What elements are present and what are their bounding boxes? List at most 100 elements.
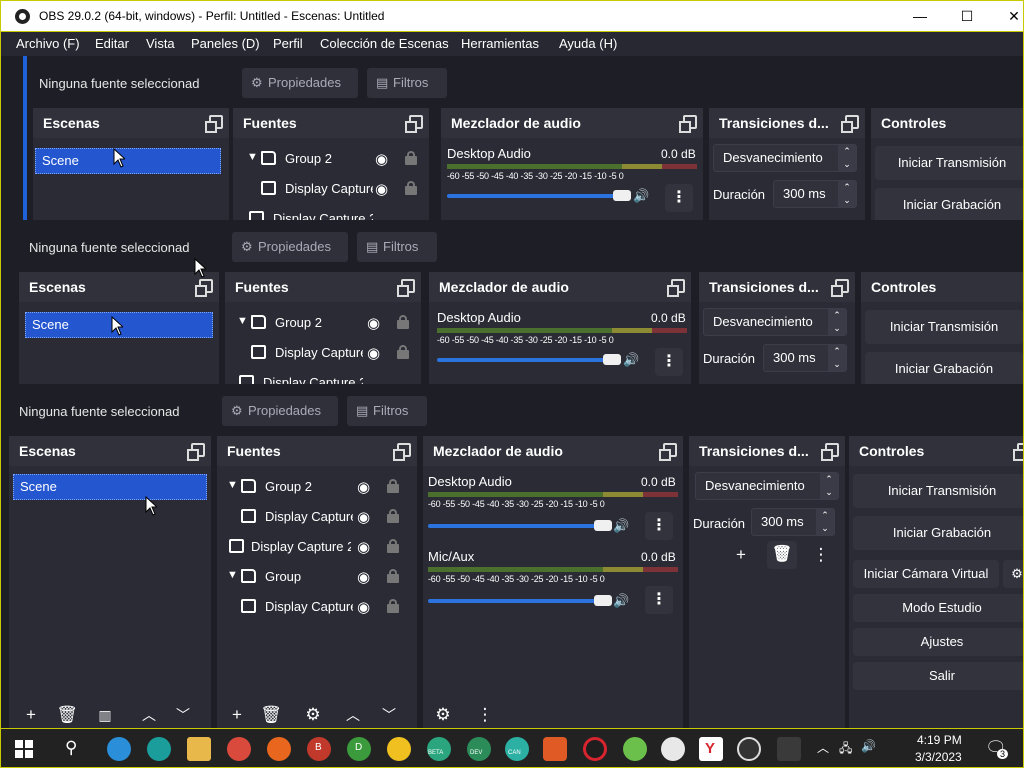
- spinner-arrows[interactable]: ⌃ ⌄: [820, 473, 838, 499]
- lock-icon[interactable]: [405, 151, 417, 165]
- menu-paneles[interactable]: Paneles (D): [191, 36, 260, 51]
- undock-icon[interactable]: [679, 115, 697, 133]
- lock-icon[interactable]: [397, 315, 409, 329]
- obs-taskbar-icon[interactable]: [737, 737, 761, 761]
- filters-button[interactable]: ▤ Filtros: [367, 68, 447, 98]
- undock-icon[interactable]: [1013, 443, 1023, 461]
- eye-icon[interactable]: ◉: [357, 598, 370, 616]
- undock-icon[interactable]: [405, 115, 423, 133]
- slider-handle[interactable]: [594, 595, 612, 606]
- source-row[interactable]: ▼ Group 2 ◉: [247, 144, 427, 174]
- volume-slider[interactable]: [428, 595, 612, 606]
- properties-button[interactable]: ⚙ Propiedades: [232, 232, 348, 262]
- eye-icon[interactable]: ◉: [357, 538, 370, 556]
- transition-select[interactable]: Desvanecimiento ⌃ ⌄: [703, 308, 847, 336]
- filters-button[interactable]: ▤ Filtros: [347, 396, 427, 426]
- scene-item[interactable]: Scene: [13, 474, 207, 500]
- eye-icon[interactable]: ◉: [357, 508, 370, 526]
- slider-handle[interactable]: [603, 354, 621, 365]
- lock-icon[interactable]: [387, 539, 399, 553]
- start-recording-button[interactable]: Iniciar Grabación: [853, 516, 1023, 550]
- menu-coleccion-escenas[interactable]: Colección de Escenas: [320, 36, 449, 51]
- lock-icon[interactable]: [387, 599, 399, 613]
- volume-slider[interactable]: [447, 190, 631, 201]
- spinner-arrows[interactable]: ⌃ ⌄: [828, 309, 846, 335]
- add-source-button[interactable]: +: [223, 702, 251, 728]
- eye-icon[interactable]: ◉: [367, 314, 380, 332]
- lock-icon[interactable]: [397, 345, 409, 359]
- eye-icon[interactable]: ◉: [367, 344, 380, 362]
- gear-icon[interactable]: ⚙: [1003, 560, 1023, 588]
- opera-icon[interactable]: [583, 737, 607, 761]
- yandex-icon[interactable]: Y: [699, 737, 723, 761]
- menu-perfil[interactable]: Perfil: [273, 36, 303, 51]
- chrome-dev-icon[interactable]: D: [347, 737, 371, 761]
- minimize-button[interactable]: —: [897, 1, 943, 32]
- volume-icon[interactable]: 🔊: [861, 739, 876, 753]
- add-transition-button[interactable]: +: [727, 542, 755, 568]
- file-explorer-icon[interactable]: [187, 737, 211, 761]
- add-scene-button[interactable]: +: [17, 702, 45, 728]
- source-row[interactable]: Display Capture 2: [235, 204, 415, 220]
- source-row[interactable]: Display Capture 2: [225, 368, 405, 384]
- move-up-icon[interactable]: ︿: [135, 702, 163, 728]
- clock-time[interactable]: 4:19 PM: [917, 733, 962, 747]
- eye-icon[interactable]: ◉: [357, 568, 370, 586]
- vivaldi-icon[interactable]: [623, 737, 647, 761]
- menu-herramientas[interactable]: Herramientas: [461, 36, 539, 51]
- undock-icon[interactable]: [659, 443, 677, 461]
- undock-icon[interactable]: [667, 279, 685, 297]
- eye-icon[interactable]: ◉: [375, 180, 388, 198]
- chevron-down-icon[interactable]: ▼: [227, 479, 238, 491]
- edge-canary-icon[interactable]: CAN: [505, 737, 529, 761]
- maximize-button[interactable]: ☐: [944, 1, 990, 32]
- spinner-arrows[interactable]: ⌃ ⌄: [828, 345, 846, 371]
- spinner-arrows[interactable]: ⌃ ⌄: [838, 145, 856, 171]
- speaker-icon[interactable]: 🔊: [613, 518, 629, 534]
- trash-icon[interactable]: 🗑: [257, 702, 285, 728]
- transition-select[interactable]: Desvanecimiento ⌃ ⌄: [695, 472, 839, 500]
- menu-editar[interactable]: Editar: [95, 36, 129, 51]
- menu-archivo[interactable]: Archivo (F): [16, 36, 80, 51]
- terminal-icon[interactable]: [777, 737, 801, 761]
- menu-ayuda[interactable]: Ayuda (H): [559, 36, 617, 51]
- undock-icon[interactable]: [397, 279, 415, 297]
- undock-icon[interactable]: [195, 279, 213, 297]
- start-streaming-button[interactable]: Iniciar Transmisión: [853, 474, 1023, 508]
- volume-slider[interactable]: [437, 354, 621, 365]
- trash-icon[interactable]: 🗑: [767, 541, 797, 569]
- lock-icon[interactable]: [405, 181, 417, 195]
- browser-icon[interactable]: [661, 737, 685, 761]
- speaker-icon[interactable]: 🔊: [613, 593, 629, 609]
- eye-icon[interactable]: ◉: [375, 150, 388, 168]
- properties-button[interactable]: ⚙ Propiedades: [222, 396, 338, 426]
- spinner-arrows[interactable]: ⌃ ⌄: [816, 509, 834, 535]
- source-row[interactable]: ▼ Group 2 ◉: [237, 308, 417, 338]
- filters-button[interactable]: ▤ Filtros: [357, 232, 437, 262]
- spinner-arrows[interactable]: ⌃ ⌄: [838, 181, 856, 207]
- edge-new-icon[interactable]: [147, 737, 171, 761]
- undock-icon[interactable]: [821, 443, 839, 461]
- clock-date[interactable]: 3/3/2023: [915, 750, 962, 764]
- search-icon[interactable]: ⚲: [65, 738, 77, 758]
- start-streaming-button[interactable]: Iniciar Transmisión: [865, 310, 1023, 344]
- speaker-icon[interactable]: 🔊: [633, 188, 649, 204]
- exit-button[interactable]: Salir: [853, 662, 1023, 690]
- chevron-down-icon[interactable]: ▼: [247, 151, 258, 163]
- undock-icon[interactable]: [205, 115, 223, 133]
- chrome-canary-icon[interactable]: [387, 737, 411, 761]
- chrome-beta-icon[interactable]: B: [307, 737, 331, 761]
- undock-icon[interactable]: [841, 115, 859, 133]
- source-row[interactable]: Display Capture 2 ◉: [217, 532, 399, 562]
- mixer-menu-button[interactable]: ⋮: [471, 702, 499, 728]
- undock-icon[interactable]: [393, 443, 411, 461]
- properties-button[interactable]: ⚙ Propiedades: [242, 68, 358, 98]
- slider-handle[interactable]: [613, 190, 631, 201]
- source-row[interactable]: Display Capture ◉: [227, 502, 407, 532]
- slider-handle[interactable]: [594, 520, 612, 531]
- speaker-icon[interactable]: 🔊: [623, 352, 639, 368]
- source-row[interactable]: Display Capture ◉: [237, 338, 417, 368]
- chevron-down-icon[interactable]: ▼: [237, 315, 248, 327]
- volume-slider[interactable]: [428, 520, 612, 531]
- chevron-up-icon[interactable]: ︿: [817, 739, 829, 756]
